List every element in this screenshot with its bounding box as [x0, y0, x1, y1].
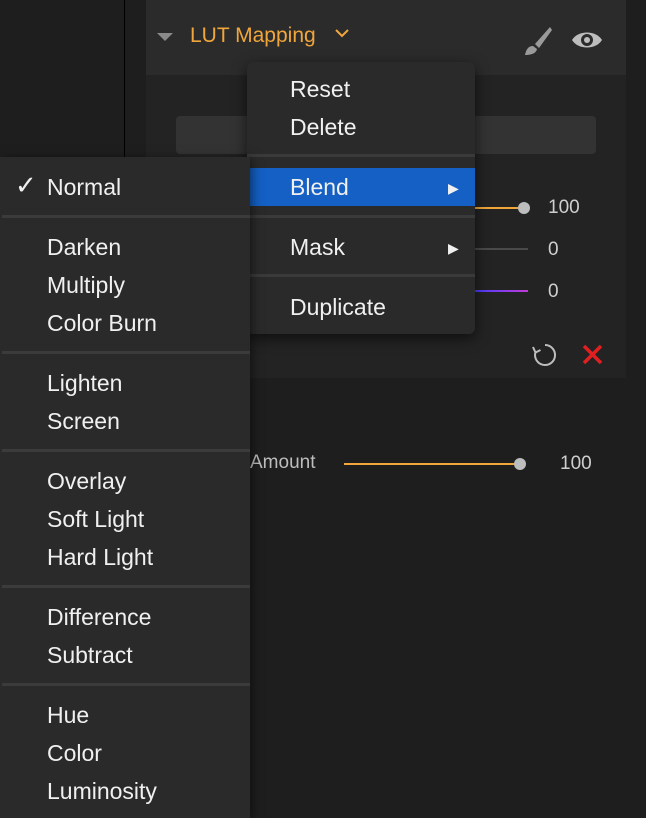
disclosure-triangle-icon[interactable]: [157, 33, 173, 41]
blend-item-normal[interactable]: Normal: [47, 174, 121, 201]
menu-item-blend-highlight[interactable]: [250, 168, 475, 206]
blend-item-hard-light[interactable]: Hard Light: [47, 544, 153, 571]
menu-item-duplicate[interactable]: Duplicate: [290, 294, 386, 321]
slider-track[interactable]: [470, 207, 524, 209]
menu-separator: [247, 215, 475, 218]
blend-item-subtract[interactable]: Subtract: [47, 642, 133, 669]
eye-icon[interactable]: [570, 26, 604, 54]
menu-separator: [247, 154, 475, 157]
reset-icon[interactable]: [530, 340, 560, 370]
menu-separator: [2, 351, 250, 354]
chevron-down-icon[interactable]: [334, 26, 350, 45]
slider-knob[interactable]: [518, 202, 530, 214]
blend-item-lighten[interactable]: Lighten: [47, 370, 122, 397]
menu-item-blend[interactable]: Blend: [290, 174, 349, 201]
menu-item-reset[interactable]: Reset: [290, 76, 350, 103]
submenu-arrow-icon: ▶: [448, 240, 459, 256]
slider-value: 100: [548, 197, 580, 218]
menu-item-mask[interactable]: Mask: [290, 234, 345, 261]
submenu-arrow-icon: ▶: [448, 180, 459, 196]
menu-separator: [2, 449, 250, 452]
menu-item-delete[interactable]: Delete: [290, 114, 356, 141]
amount-label: Amount: [250, 452, 316, 473]
slider-track[interactable]: [470, 248, 528, 250]
amount-slider-track[interactable]: [344, 463, 520, 465]
blend-item-overlay[interactable]: Overlay: [47, 468, 126, 495]
slider-value: 0: [548, 281, 559, 302]
panel-title[interactable]: LUT Mapping: [190, 24, 316, 48]
menu-separator: [2, 683, 250, 686]
menu-separator: [2, 215, 250, 218]
divider-line: [124, 0, 125, 160]
blend-item-darken[interactable]: Darken: [47, 234, 121, 261]
menu-separator: [2, 585, 250, 588]
blend-item-color[interactable]: Color: [47, 740, 102, 767]
blend-item-screen[interactable]: Screen: [47, 408, 120, 435]
close-icon[interactable]: [580, 340, 606, 368]
slider-track[interactable]: [470, 290, 528, 292]
blend-item-hue[interactable]: Hue: [47, 702, 89, 729]
blend-item-multiply[interactable]: Multiply: [47, 272, 125, 299]
blend-item-luminosity[interactable]: Luminosity: [47, 778, 157, 805]
amount-value: 100: [560, 453, 592, 474]
brush-icon[interactable]: [520, 24, 554, 58]
amount-slider-knob[interactable]: [514, 458, 526, 470]
menu-separator: [247, 274, 475, 277]
blend-item-color-burn[interactable]: Color Burn: [47, 310, 157, 337]
checkmark-icon: ✓: [15, 170, 37, 200]
slider-value: 0: [548, 239, 559, 260]
blend-item-difference[interactable]: Difference: [47, 604, 151, 631]
blend-item-soft-light[interactable]: Soft Light: [47, 506, 144, 533]
